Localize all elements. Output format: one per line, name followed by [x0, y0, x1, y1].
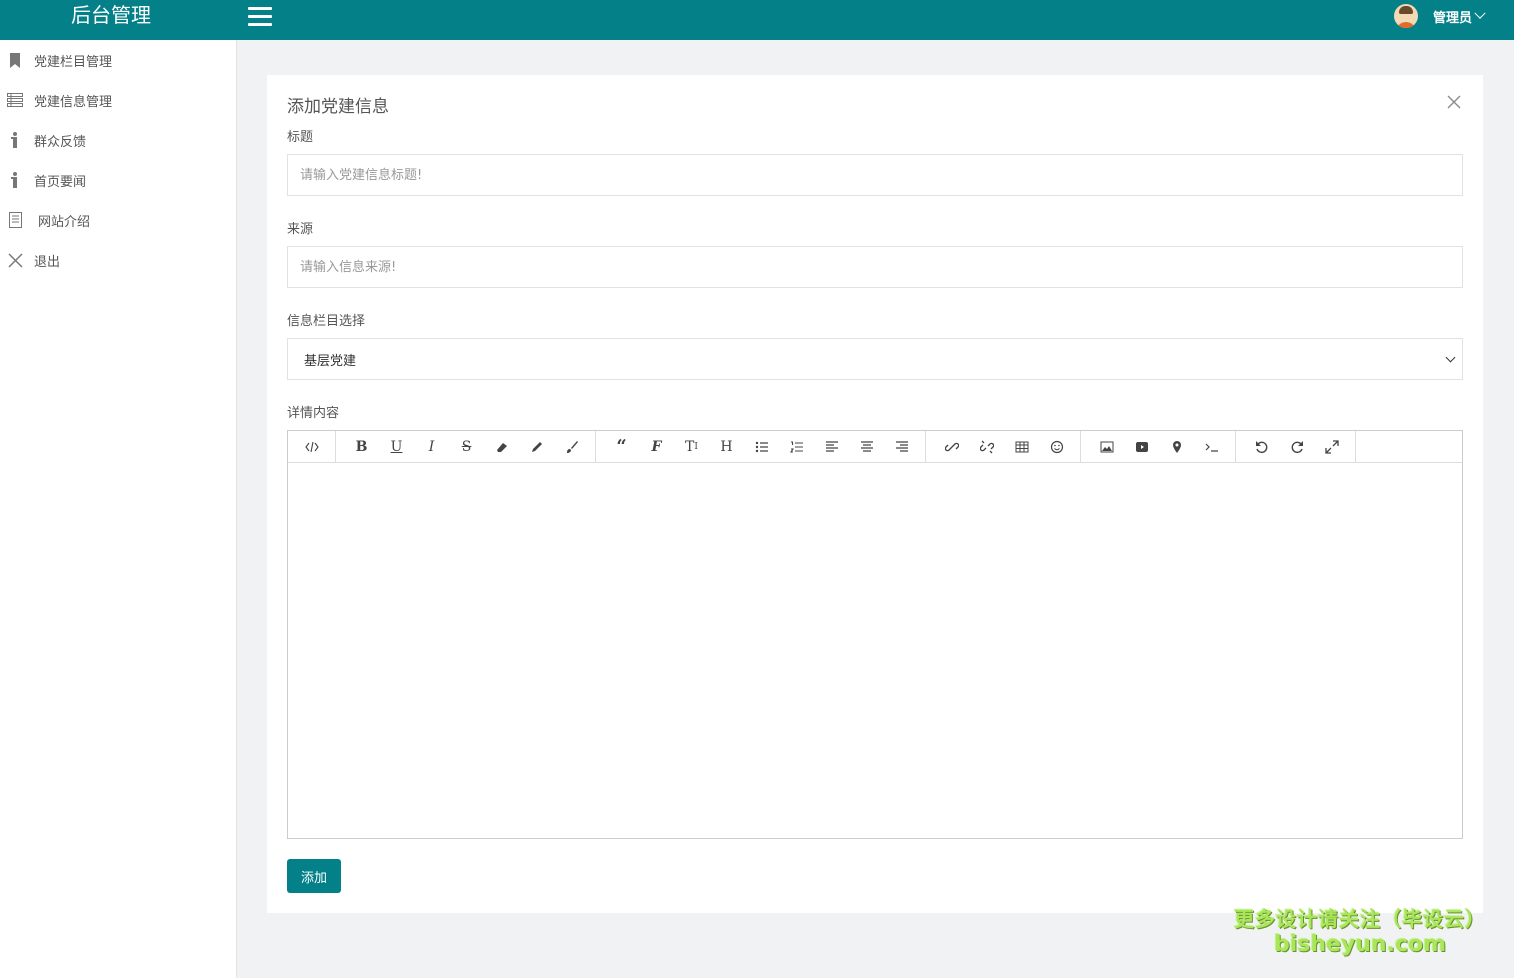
toolbar-group-insert: [926, 431, 1081, 462]
video-icon[interactable]: [1124, 431, 1159, 462]
align-center-icon[interactable]: [849, 431, 884, 462]
unordered-list-icon[interactable]: [744, 431, 779, 462]
source-label: 来源: [287, 222, 314, 237]
chevron-down-icon: [1445, 352, 1456, 363]
align-right-icon[interactable]: [884, 431, 919, 462]
sidebar-item-logout[interactable]: 退出: [0, 240, 236, 280]
sidebar-item-label: 群众反馈: [34, 134, 87, 150]
sidebar-item-label: 党建信息管理: [34, 94, 113, 110]
sidebar-item-label: 党建栏目管理: [34, 54, 113, 70]
watermark-line-1: 更多设计请关注（毕设云）: [1234, 907, 1486, 931]
toolbar-group-media: [1081, 431, 1236, 462]
link-icon[interactable]: [934, 431, 969, 462]
table-icon[interactable]: [1004, 431, 1039, 462]
watermark: 更多设计请关注（毕设云） bisheyun.com: [1234, 903, 1486, 957]
top-bar: 后台管理 管理员: [0, 0, 1514, 40]
info-icon: [7, 132, 23, 148]
quote-icon[interactable]: “: [604, 431, 639, 462]
location-icon[interactable]: [1159, 431, 1194, 462]
sidebar-item-info-management[interactable]: 党建信息管理: [0, 80, 236, 120]
heading-icon[interactable]: H: [709, 431, 744, 462]
strikethrough-icon[interactable]: S: [449, 431, 484, 462]
add-info-panel: 添加党建信息 标题 来源 信息栏目选择 基层党建 详情内容 B U I S: [267, 75, 1483, 913]
bookmark-icon: [7, 52, 23, 68]
panel-title: 添加党建信息: [287, 97, 389, 117]
category-selected-value: 基层党建: [304, 353, 357, 369]
sidebar-item-site-intro[interactable]: 网站介绍: [0, 200, 236, 240]
font-size-icon[interactable]: TI: [674, 431, 709, 462]
redo-icon[interactable]: [1279, 431, 1314, 462]
editor-toolbar: B U I S “ F TI H: [288, 431, 1462, 463]
sidebar-item-label: 首页要闻: [34, 174, 87, 190]
bold-icon[interactable]: B: [344, 431, 379, 462]
info-icon: [7, 172, 23, 188]
pencil-icon[interactable]: [519, 431, 554, 462]
category-label: 信息栏目选择: [287, 314, 366, 329]
user-menu[interactable]: 管理员: [1393, 0, 1486, 32]
title-label: 标题: [287, 130, 314, 145]
undo-icon[interactable]: [1244, 431, 1279, 462]
fullscreen-icon[interactable]: [1314, 431, 1349, 462]
rich-text-editor: B U I S “ F TI H: [287, 430, 1463, 839]
emoticon-icon[interactable]: [1039, 431, 1074, 462]
code-view-icon[interactable]: [294, 431, 329, 462]
close-icon[interactable]: [1447, 95, 1465, 113]
content-label: 详情内容: [287, 406, 340, 421]
editor-content-area[interactable]: [288, 463, 1462, 838]
italic-icon[interactable]: I: [414, 431, 449, 462]
unlink-icon[interactable]: [969, 431, 1004, 462]
user-name: 管理员: [1432, 10, 1472, 26]
brand-title: 后台管理: [71, 3, 151, 27]
avatar: [1393, 4, 1418, 28]
list-icon: [7, 92, 23, 108]
image-icon[interactable]: [1089, 431, 1124, 462]
ordered-list-icon[interactable]: [779, 431, 814, 462]
toolbar-group-paragraph: “ F TI H: [596, 431, 926, 462]
underline-icon[interactable]: U: [379, 431, 414, 462]
terminal-icon[interactable]: [1194, 431, 1229, 462]
watermark-line-2: bisheyun.com: [1273, 932, 1447, 957]
source-input[interactable]: [287, 246, 1463, 288]
close-icon: [7, 252, 23, 268]
chevron-down-icon: [1474, 7, 1486, 19]
sidebar-item-label: 网站介绍: [38, 214, 91, 230]
sidebar: 党建栏目管理 党建信息管理 群众反馈 首页要闻 网站介绍 退出: [0, 40, 237, 978]
toolbar-group-format: B U I S: [336, 431, 596, 462]
brush-icon[interactable]: [554, 431, 589, 462]
toolbar-group-code: [288, 431, 336, 462]
title-input[interactable]: [287, 154, 1463, 196]
category-select[interactable]: 基层党建: [287, 338, 1463, 380]
sidebar-item-home-news[interactable]: 首页要闻: [0, 160, 236, 200]
sidebar-item-label: 退出: [34, 254, 61, 270]
add-button[interactable]: 添加: [287, 859, 341, 893]
toolbar-group-history: [1236, 431, 1356, 462]
document-icon: [7, 212, 23, 228]
align-left-icon[interactable]: [814, 431, 849, 462]
menu-toggle-icon[interactable]: [248, 7, 272, 27]
font-icon[interactable]: F: [639, 431, 674, 462]
sidebar-item-feedback[interactable]: 群众反馈: [0, 120, 236, 160]
sidebar-item-column-management[interactable]: 党建栏目管理: [0, 40, 236, 80]
eraser-icon[interactable]: [484, 431, 519, 462]
